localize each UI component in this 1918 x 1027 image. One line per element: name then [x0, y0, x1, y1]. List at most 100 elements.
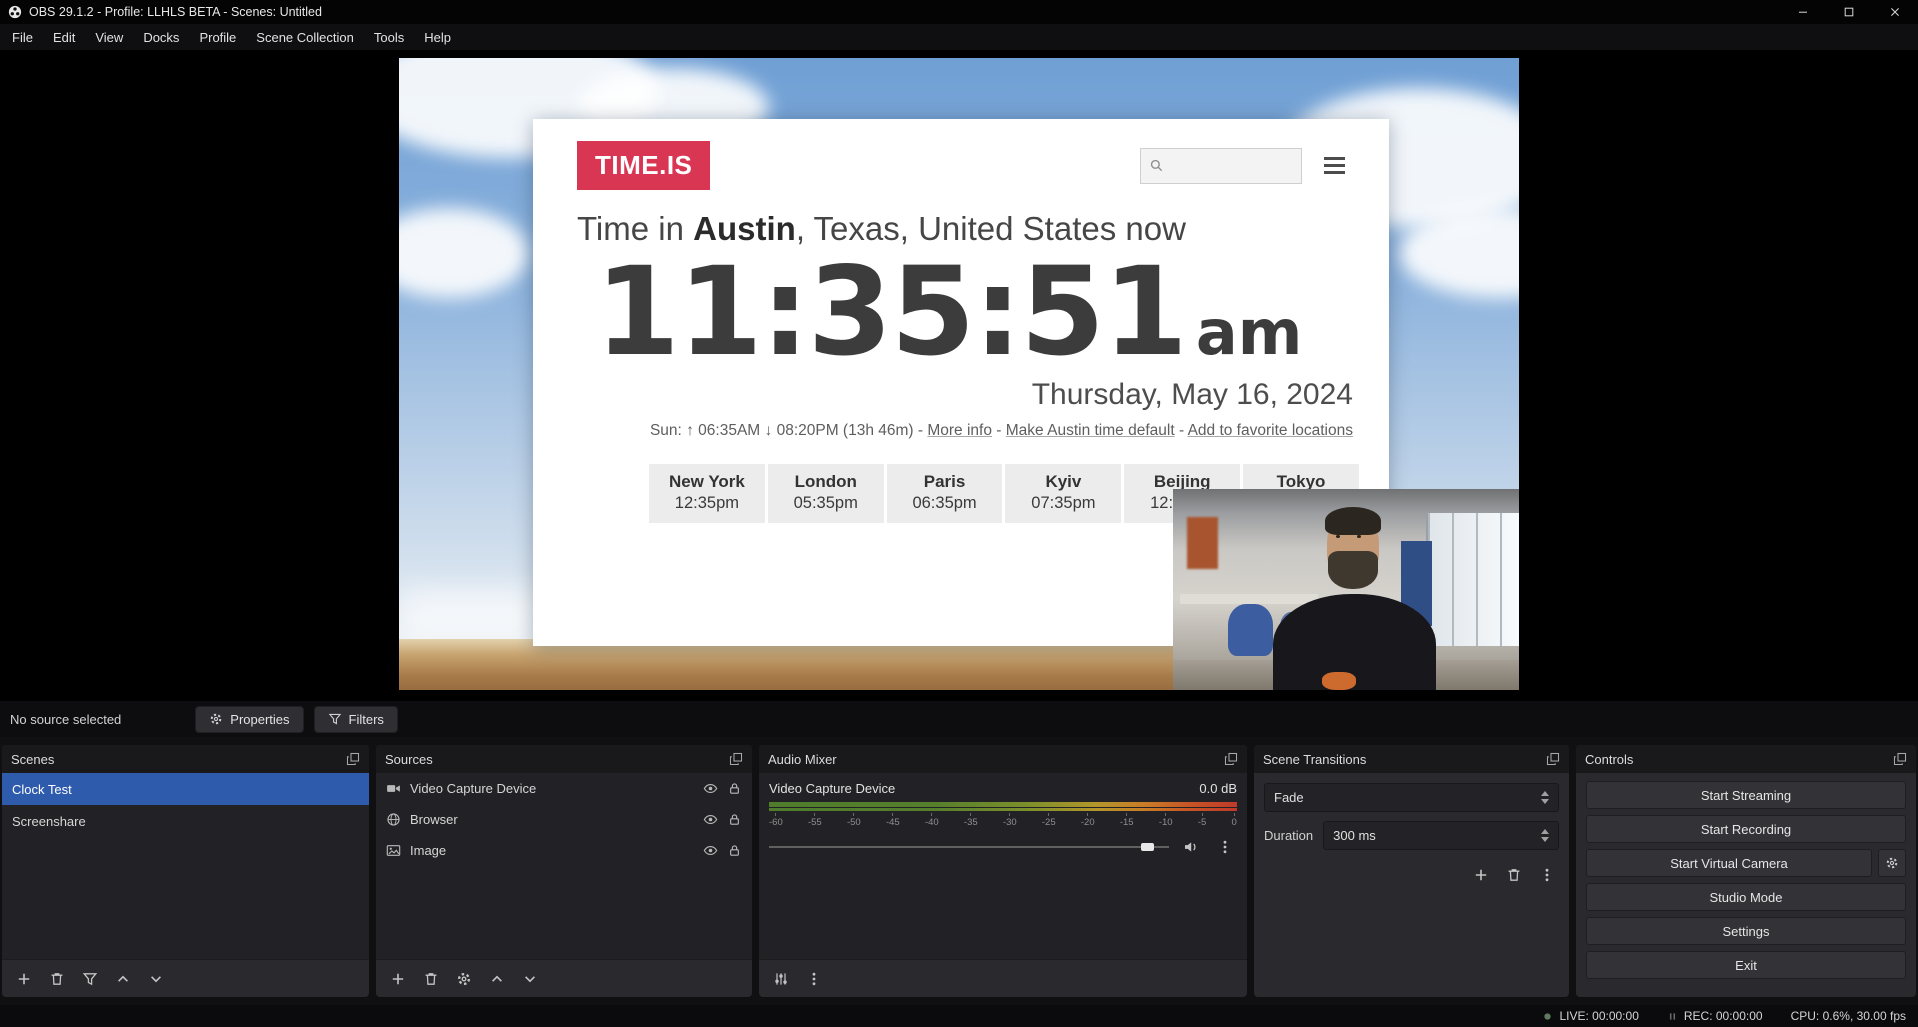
- add-scene-button[interactable]: [12, 967, 36, 991]
- advanced-audio-button[interactable]: [769, 967, 793, 991]
- office-window: [1426, 513, 1519, 646]
- virtual-camera-settings-button[interactable]: [1878, 849, 1906, 877]
- start-recording-button[interactable]: Start Recording: [1586, 815, 1906, 843]
- remove-source-button[interactable]: [419, 967, 443, 991]
- minimize-button[interactable]: [1780, 0, 1826, 24]
- volume-meter: [769, 802, 1237, 807]
- source-list: Video Capture Device Browser Image: [376, 773, 752, 959]
- transitions-popout-button[interactable]: [1546, 752, 1560, 766]
- sources-popout-button[interactable]: [729, 752, 743, 766]
- transition-select[interactable]: Fade: [1264, 783, 1559, 812]
- source-row-browser[interactable]: Browser: [376, 804, 752, 835]
- scenes-popout-button[interactable]: [346, 752, 360, 766]
- office-chair: [1228, 604, 1273, 656]
- studio-mode-button[interactable]: Studio Mode: [1586, 883, 1906, 911]
- filters-button[interactable]: Filters: [314, 706, 398, 733]
- timeis-heading: Time in Austin, Texas, United States now: [533, 190, 1389, 248]
- db-tick: 0: [1232, 813, 1237, 828]
- mixer-menu-button[interactable]: [802, 967, 826, 991]
- channel-menu-button[interactable]: [1213, 835, 1237, 859]
- preview-canvas[interactable]: TIME.IS Time in Austin, Texas, United St…: [399, 58, 1519, 690]
- no-source-label: No source selected: [10, 712, 121, 727]
- lock-toggle[interactable]: [727, 781, 742, 796]
- record-status-icon: [1667, 1011, 1678, 1022]
- mixer-channel-name: Video Capture Device: [769, 781, 895, 796]
- menu-view[interactable]: View: [85, 26, 133, 49]
- office-orange-wall: [1187, 517, 1218, 569]
- volume-slider[interactable]: [769, 840, 1169, 854]
- window-controls: [1780, 0, 1918, 24]
- visibility-toggle[interactable]: [703, 781, 718, 796]
- scene-row-clock-test[interactable]: Clock Test: [2, 773, 369, 805]
- volume-slider-handle[interactable]: [1141, 843, 1154, 851]
- exit-button[interactable]: Exit: [1586, 951, 1906, 979]
- volume-slider-track: [769, 846, 1169, 848]
- image-icon: [386, 843, 401, 858]
- source-label: Image: [410, 843, 446, 858]
- mixer-popout-button[interactable]: [1224, 752, 1238, 766]
- lock-toggle[interactable]: [727, 843, 742, 858]
- duration-input[interactable]: 300 ms: [1323, 821, 1559, 850]
- source-row-video-capture-device[interactable]: Video Capture Device: [376, 773, 752, 804]
- source-up-button[interactable]: [485, 967, 509, 991]
- add-favorite-link: Add to favorite locations: [1188, 422, 1353, 439]
- add-transition-button[interactable]: [1469, 863, 1493, 887]
- scene-filters-button[interactable]: [78, 967, 102, 991]
- menu-scene-collection[interactable]: Scene Collection: [246, 26, 364, 49]
- office-desk: [1180, 594, 1318, 604]
- db-tick: -50: [847, 813, 861, 828]
- add-source-button[interactable]: [386, 967, 410, 991]
- db-tick: -20: [1081, 813, 1095, 828]
- more-info-link: More info: [927, 422, 992, 439]
- clock-ampm: am: [1196, 296, 1302, 369]
- remove-transition-button[interactable]: [1502, 863, 1526, 887]
- menu-docks[interactable]: Docks: [133, 26, 189, 49]
- cpu-status: CPU: 0.6%, 30.00 fps: [1791, 1009, 1906, 1023]
- menu-help[interactable]: Help: [414, 26, 461, 49]
- settings-button[interactable]: Settings: [1586, 917, 1906, 945]
- controls-popout-button[interactable]: [1893, 752, 1907, 766]
- scenes-toolbar: [2, 959, 369, 997]
- close-button[interactable]: [1872, 0, 1918, 24]
- timeis-logo: TIME.IS: [577, 141, 710, 190]
- stream-status-icon: [1542, 1011, 1553, 1022]
- properties-button[interactable]: Properties: [195, 706, 303, 733]
- controls-body: Start Streaming Start Recording Start Vi…: [1576, 773, 1916, 997]
- db-tick: -10: [1159, 813, 1173, 828]
- search-box: [1140, 148, 1302, 184]
- scene-up-button[interactable]: [111, 967, 135, 991]
- mute-toggle[interactable]: [1179, 835, 1203, 859]
- start-virtual-camera-button[interactable]: Start Virtual Camera: [1586, 849, 1872, 877]
- city-box: New York12:35pm: [649, 464, 765, 523]
- filter-icon: [328, 712, 342, 726]
- menu-tools[interactable]: Tools: [364, 26, 414, 49]
- lock-toggle[interactable]: [727, 812, 742, 827]
- visibility-toggle[interactable]: [703, 843, 718, 858]
- start-streaming-button[interactable]: Start Streaming: [1586, 781, 1906, 809]
- source-row-image[interactable]: Image: [376, 835, 752, 866]
- globe-icon: [386, 812, 401, 827]
- menu-file[interactable]: File: [2, 26, 43, 49]
- sources-panel-title: Sources: [385, 752, 433, 767]
- source-label: Video Capture Device: [410, 781, 536, 796]
- menu-profile[interactable]: Profile: [189, 26, 246, 49]
- maximize-button[interactable]: [1826, 0, 1872, 24]
- transitions-toolbar: [1264, 863, 1559, 887]
- scene-row-screenshare[interactable]: Screenshare: [2, 805, 369, 837]
- remove-scene-button[interactable]: [45, 967, 69, 991]
- scenes-panel: Scenes Clock Test Screenshare: [2, 745, 369, 997]
- visibility-toggle[interactable]: [703, 812, 718, 827]
- menu-edit[interactable]: Edit: [43, 26, 85, 49]
- city-box: London05:35pm: [768, 464, 884, 523]
- scene-down-button[interactable]: [144, 967, 168, 991]
- source-properties-button[interactable]: [452, 967, 476, 991]
- transition-menu-button[interactable]: [1535, 863, 1559, 887]
- select-arrows-icon: [1541, 791, 1549, 804]
- spinner-arrows-icon[interactable]: [1541, 829, 1549, 842]
- source-down-button[interactable]: [518, 967, 542, 991]
- sun-times: Sun: ↑ 06:35AM ↓ 08:20PM (13h 46m): [650, 422, 914, 439]
- db-tick: -15: [1120, 813, 1134, 828]
- scenes-panel-header: Scenes: [2, 745, 369, 773]
- preview-stage: TIME.IS Time in Austin, Texas, United St…: [0, 50, 1918, 701]
- db-tick: -35: [964, 813, 978, 828]
